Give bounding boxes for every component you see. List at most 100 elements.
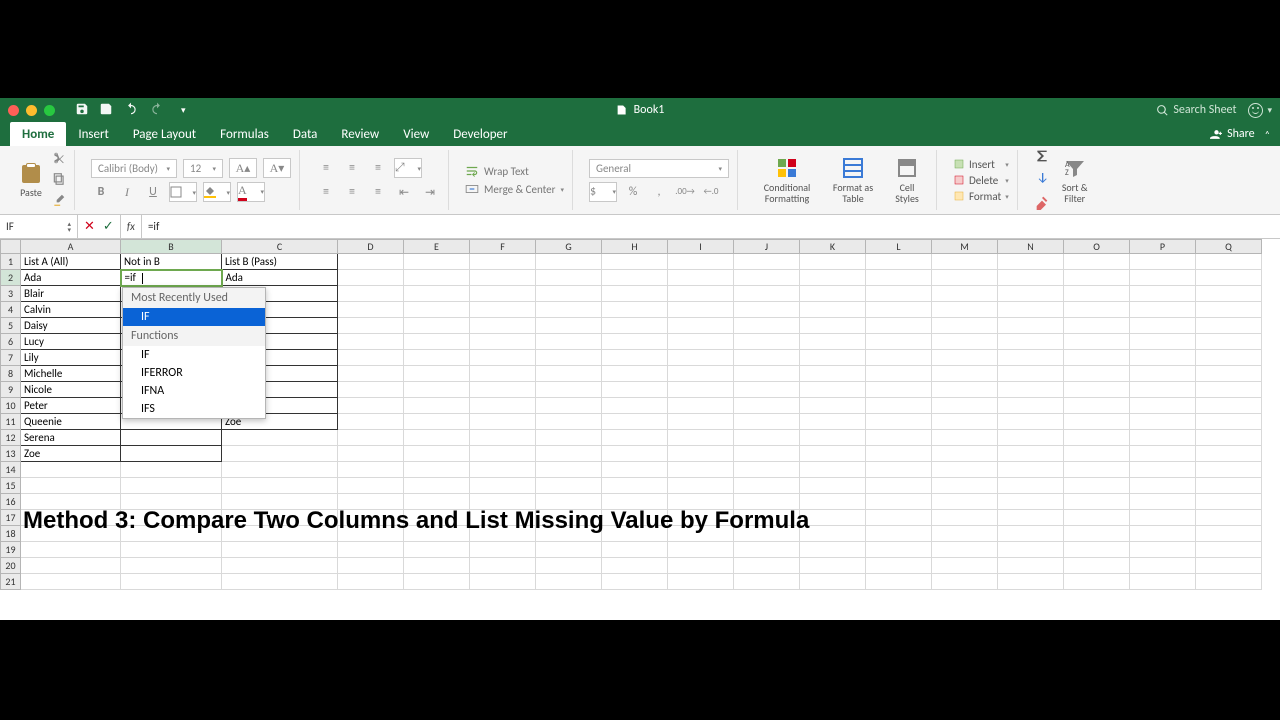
cell-Q21[interactable] [1196, 574, 1262, 590]
font-size-select[interactable]: 12▾ [183, 159, 223, 178]
cell-C20[interactable] [222, 558, 338, 574]
cell-H4[interactable] [602, 302, 668, 318]
cell-D5[interactable] [338, 318, 404, 334]
cell-A11[interactable]: Queenie [21, 414, 121, 430]
cell-J4[interactable] [734, 302, 800, 318]
cell-M19[interactable] [932, 542, 998, 558]
cell-E20[interactable] [404, 558, 470, 574]
cell-N3[interactable] [998, 286, 1064, 302]
cell-A20[interactable] [21, 558, 121, 574]
cell-N18[interactable] [998, 526, 1064, 542]
cell-L15[interactable] [866, 478, 932, 494]
fill-series-icon[interactable] [1034, 171, 1050, 190]
cell-I16[interactable] [668, 494, 734, 510]
cell-I3[interactable] [668, 286, 734, 302]
confirm-edit-icon[interactable]: ✓ [103, 219, 114, 234]
cell-P6[interactable] [1130, 334, 1196, 350]
cell-B12[interactable] [121, 430, 222, 446]
cell-Q10[interactable] [1196, 398, 1262, 414]
col-header-O[interactable]: O [1064, 240, 1130, 254]
cell-H3[interactable] [602, 286, 668, 302]
cell-O18[interactable] [1064, 526, 1130, 542]
cell-E1[interactable] [404, 254, 470, 270]
format-painter-icon[interactable] [52, 193, 66, 210]
cell-L11[interactable] [866, 414, 932, 430]
cell-K17[interactable] [800, 510, 866, 526]
cell-A7[interactable]: Lily [21, 350, 121, 366]
underline-button[interactable]: U [143, 182, 163, 202]
cell-P12[interactable] [1130, 430, 1196, 446]
cell-M5[interactable] [932, 318, 998, 334]
tab-view[interactable]: View [391, 122, 441, 146]
cell-I11[interactable] [668, 414, 734, 430]
row-header-3[interactable]: 3 [1, 286, 21, 302]
cell-J11[interactable] [734, 414, 800, 430]
cell-N4[interactable] [998, 302, 1064, 318]
cell-F14[interactable] [470, 462, 536, 478]
cell-J19[interactable] [734, 542, 800, 558]
format-cells-button[interactable]: Format▾ [953, 190, 1009, 203]
delete-cells-button[interactable]: Delete▾ [953, 174, 1009, 187]
cell-E8[interactable] [404, 366, 470, 382]
cell-N19[interactable] [998, 542, 1064, 558]
select-all-corner[interactable] [1, 240, 21, 254]
cell-Q1[interactable] [1196, 254, 1262, 270]
percent-format-icon[interactable]: % [623, 182, 643, 202]
cell-E11[interactable] [404, 414, 470, 430]
cell-K19[interactable] [800, 542, 866, 558]
cell-A19[interactable] [21, 542, 121, 558]
cell-I1[interactable] [668, 254, 734, 270]
cell-P18[interactable] [1130, 526, 1196, 542]
cell-O19[interactable] [1064, 542, 1130, 558]
cell-P8[interactable] [1130, 366, 1196, 382]
cell-E10[interactable] [404, 398, 470, 414]
cell-K14[interactable] [800, 462, 866, 478]
cell-J1[interactable] [734, 254, 800, 270]
cell-I10[interactable] [668, 398, 734, 414]
cell-L7[interactable] [866, 350, 932, 366]
cell-O21[interactable] [1064, 574, 1130, 590]
cell-P4[interactable] [1130, 302, 1196, 318]
cell-E9[interactable] [404, 382, 470, 398]
cell-I17[interactable] [668, 510, 734, 526]
cell-A1[interactable]: List A (All) [21, 254, 121, 270]
italic-button[interactable]: I [117, 182, 137, 202]
cell-B17[interactable] [121, 510, 222, 526]
save-alt-icon[interactable] [99, 102, 113, 119]
cell-N20[interactable] [998, 558, 1064, 574]
row-header-6[interactable]: 6 [1, 334, 21, 350]
cell-C14[interactable] [222, 462, 338, 478]
cell-H5[interactable] [602, 318, 668, 334]
cell-A18[interactable] [21, 526, 121, 542]
cell-H18[interactable] [602, 526, 668, 542]
cell-D12[interactable] [338, 430, 404, 446]
cell-L12[interactable] [866, 430, 932, 446]
cell-K7[interactable] [800, 350, 866, 366]
cell-K18[interactable] [800, 526, 866, 542]
cell-P10[interactable] [1130, 398, 1196, 414]
row-header-1[interactable]: 1 [1, 254, 21, 270]
row-header-2[interactable]: 2 [1, 270, 21, 286]
cell-B18[interactable] [121, 526, 222, 542]
cell-E16[interactable] [404, 494, 470, 510]
align-right-icon[interactable]: ≡ [368, 182, 388, 202]
cell-B19[interactable] [121, 542, 222, 558]
col-header-L[interactable]: L [866, 240, 932, 254]
cell-H7[interactable] [602, 350, 668, 366]
cell-M18[interactable] [932, 526, 998, 542]
row-header-21[interactable]: 21 [1, 574, 21, 590]
cell-K10[interactable] [800, 398, 866, 414]
cell-N10[interactable] [998, 398, 1064, 414]
cell-D19[interactable] [338, 542, 404, 558]
cell-N7[interactable] [998, 350, 1064, 366]
cell-G16[interactable] [536, 494, 602, 510]
cell-C18[interactable] [222, 526, 338, 542]
insert-cells-button[interactable]: Insert▾ [953, 158, 1009, 171]
cell-J7[interactable] [734, 350, 800, 366]
cell-O20[interactable] [1064, 558, 1130, 574]
decrease-indent-icon[interactable]: ⇤ [394, 182, 414, 202]
collapse-ribbon-icon[interactable]: ˄ [1265, 128, 1270, 141]
cell-F11[interactable] [470, 414, 536, 430]
cell-D16[interactable] [338, 494, 404, 510]
cell-O17[interactable] [1064, 510, 1130, 526]
